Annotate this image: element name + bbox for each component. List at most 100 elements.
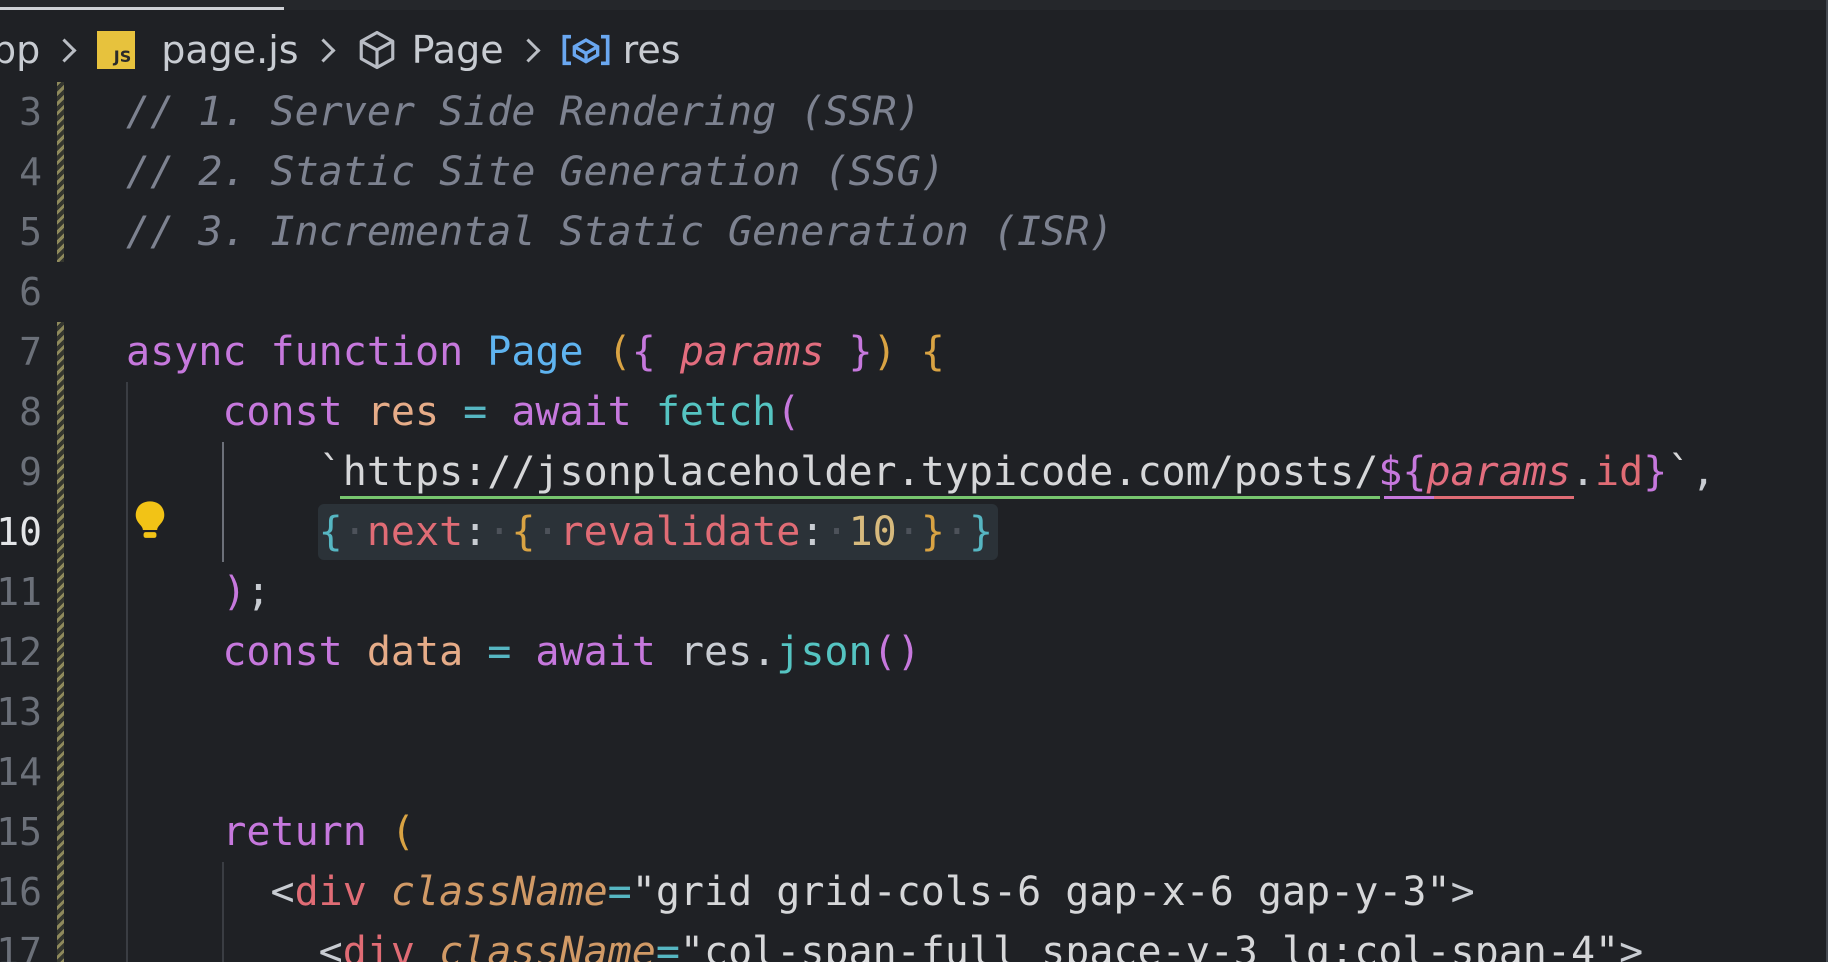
code-line[interactable]: 6 xyxy=(0,262,1828,322)
code-text[interactable]: const data = await res.json() xyxy=(126,622,921,682)
code-token: async function xyxy=(126,329,488,375)
code-token: revalidate xyxy=(559,509,801,555)
code-token: ` xyxy=(126,449,343,495)
code-token: ${ xyxy=(1378,449,1427,495)
code-token: , xyxy=(1691,449,1716,495)
code-token: · xyxy=(487,509,512,555)
code-line[interactable]: 4 // 2. Static Site Generation (SSG) xyxy=(0,142,1828,202)
code-token: ` xyxy=(1667,449,1692,495)
code-token: } xyxy=(1643,449,1668,495)
code-text[interactable]: // 1. Server Side Rendering (SSR) xyxy=(126,82,921,142)
symbol-variable-icon xyxy=(562,34,610,66)
code-token: ) xyxy=(872,329,921,375)
code-token: ) xyxy=(222,569,247,615)
line-number[interactable]: 16 xyxy=(0,862,42,922)
code-token: = xyxy=(463,629,536,675)
code-line[interactable]: 7 async function Page ({ params }) { xyxy=(0,322,1828,382)
code-token: { xyxy=(511,509,536,555)
code-token: } xyxy=(920,509,945,555)
line-number[interactable]: 9 xyxy=(0,442,42,502)
code-line[interactable]: 15 return ( xyxy=(0,802,1828,862)
breadcrumb-symbol[interactable]: Page xyxy=(412,28,504,72)
code-token: · xyxy=(824,509,849,555)
line-number[interactable]: 10 xyxy=(0,502,42,562)
code-token: ( xyxy=(776,389,801,435)
code-line[interactable]: 5 // 3. Incremental Static Generation (IS… xyxy=(0,202,1828,262)
line-number[interactable]: 14 xyxy=(0,742,42,802)
line-number[interactable]: 4 xyxy=(0,142,42,202)
code-token: } xyxy=(969,509,994,555)
code-text[interactable]: <div className="grid grid-cols-6 gap-x-6… xyxy=(126,862,1475,922)
code-token: () xyxy=(872,629,921,675)
code-token: fetch xyxy=(655,389,777,435)
code-line[interactable]: 16 <div className="grid grid-cols-6 gap-… xyxy=(0,862,1828,922)
breadcrumb: pp JS page.js Page res xyxy=(0,22,681,78)
line-number[interactable]: 3 xyxy=(0,82,42,142)
line-number[interactable]: 11 xyxy=(0,562,42,622)
code-token: = xyxy=(655,929,680,962)
code-line[interactable]: 9 `https://jsonplaceholder.typicode.com/… xyxy=(0,442,1828,502)
code-token: : xyxy=(463,509,488,555)
code-token: } xyxy=(824,329,873,375)
code-token: < xyxy=(270,869,295,915)
code-token: id xyxy=(1595,449,1644,495)
breadcrumb-folder[interactable]: pp xyxy=(0,28,40,72)
code-text[interactable]: return ( xyxy=(126,802,415,862)
code-text[interactable]: ); xyxy=(126,562,271,622)
code-line[interactable]: 12 const data = await res.json() xyxy=(0,622,1828,682)
code-token: params xyxy=(1426,449,1571,495)
file-badge-label: JS xyxy=(113,47,132,66)
code-text[interactable]: {·next:·{·revalidate:·10·}·} xyxy=(126,502,993,562)
code-token: className xyxy=(390,869,608,915)
breadcrumb-variable[interactable]: res xyxy=(623,28,681,72)
code-line[interactable]: 17 <div className="col-span-full space-y… xyxy=(0,922,1828,962)
code-token: div xyxy=(294,869,391,915)
line-number[interactable]: 5 xyxy=(0,202,42,262)
symbol-method-icon xyxy=(359,30,394,70)
code-token: · xyxy=(535,509,560,555)
code-token: ( xyxy=(583,329,632,375)
code-line[interactable]: 11 ); xyxy=(0,562,1828,622)
code-token: · xyxy=(342,509,367,555)
code-line[interactable]: 10 {·next:·{·revalidate:·10·}·} xyxy=(0,502,1828,562)
code-token: json xyxy=(776,629,873,675)
code-token: ; xyxy=(246,569,271,615)
line-number[interactable]: 15 xyxy=(0,802,42,862)
code-token: const xyxy=(222,629,367,675)
chevron-right-icon xyxy=(516,37,541,63)
code-text[interactable]: // 3. Incremental Static Generation (ISR… xyxy=(126,202,1113,262)
line-number[interactable]: 13 xyxy=(0,682,42,742)
code-editor[interactable]: 3 // 1. Server Side Rendering (SSR) 4 // 2.… xyxy=(0,82,1828,962)
breadcrumb-file[interactable]: page.js xyxy=(161,28,298,72)
code-text[interactable]: // 2. Static Site Generation (SSG) xyxy=(126,142,945,202)
line-number[interactable]: 8 xyxy=(0,382,42,442)
active-tab-indicator xyxy=(0,7,284,10)
code-text[interactable]: const res = await fetch( xyxy=(126,382,800,442)
code-token: > xyxy=(1450,869,1475,915)
code-line[interactable]: 3 // 1. Server Side Rendering (SSR) xyxy=(0,82,1828,142)
line-number[interactable]: 12 xyxy=(0,622,42,682)
code-line[interactable]: 8 const res = await fetch( xyxy=(0,382,1828,442)
code-text[interactable]: `https://jsonplaceholder.typicode.com/po… xyxy=(126,442,1716,502)
code-token: = xyxy=(607,869,632,915)
code-line[interactable]: 13 xyxy=(0,682,1828,742)
code-token: Page xyxy=(487,329,584,375)
line-number[interactable]: 6 xyxy=(0,262,42,322)
javascript-file-icon: JS xyxy=(97,31,136,69)
code-token: { xyxy=(318,509,343,555)
code-token: res xyxy=(366,389,440,435)
line-number[interactable]: 7 xyxy=(0,322,42,382)
code-token: 10 xyxy=(848,509,897,555)
code-token: "grid grid-cols-6 gap-x-6 gap-y-3" xyxy=(631,869,1451,915)
code-token: { xyxy=(920,329,945,375)
code-text[interactable]: async function Page ({ params }) { xyxy=(126,322,945,382)
line-number[interactable]: 17 xyxy=(0,922,42,962)
code-text[interactable]: <div className="col-span-full space-y-3 … xyxy=(126,922,1644,962)
code-line[interactable]: 14 xyxy=(0,742,1828,802)
code-token: data xyxy=(366,629,464,675)
code-token: return xyxy=(222,809,391,855)
